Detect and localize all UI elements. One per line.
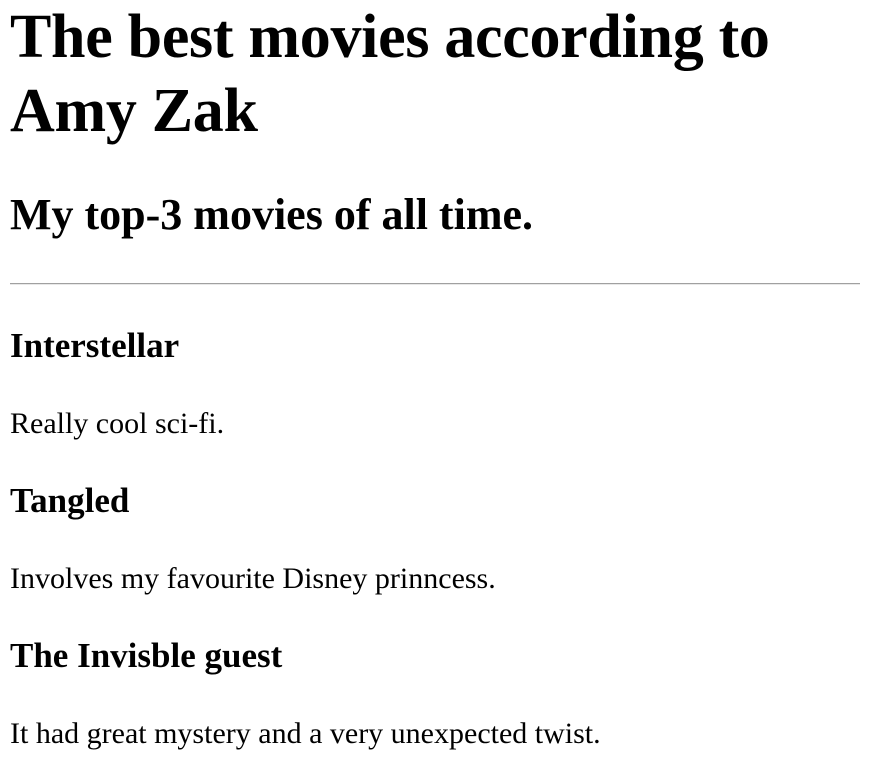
page-title: The best movies according to Amy Zak bbox=[10, 3, 770, 145]
movie-description-interstellar: Really cool sci-fi. bbox=[10, 407, 225, 440]
page-subtitle: My top-3 movies of all time. bbox=[10, 190, 533, 239]
movie-description-tangled: Involves my favourite Disney prinncess. bbox=[10, 562, 496, 595]
movie-title-tangled: Tangled bbox=[10, 481, 130, 520]
divider bbox=[10, 283, 860, 285]
movie-title-invisible-guest: The Invisble guest bbox=[10, 636, 283, 675]
movie-title-interstellar: Interstellar bbox=[10, 326, 180, 365]
movie-description-invisible-guest: It had great mystery and a very unexpect… bbox=[10, 717, 601, 750]
